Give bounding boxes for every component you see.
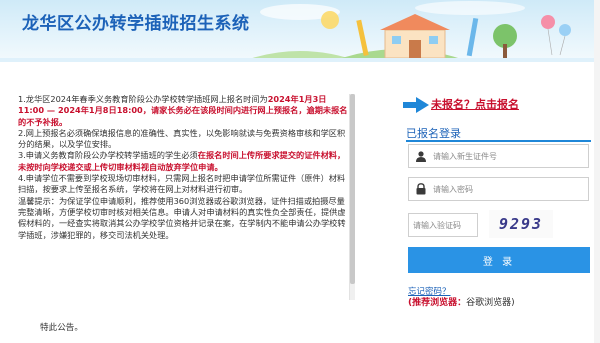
- page-title: 龙华区公办转学插班招生系统: [22, 14, 250, 34]
- password-input[interactable]: [433, 179, 583, 199]
- notice-panel: 1.龙华区2024年春季义务教育阶段公办学校转学插班网上报名时间为2024年1月…: [18, 94, 348, 294]
- notice-tip: 温馨提示：为保证学位申请顺利，推荐使用360浏览器或谷歌浏览器，证件扫描或拍摄尽…: [18, 195, 346, 240]
- id-number-input[interactable]: [433, 146, 583, 166]
- login-title-underline: [406, 140, 591, 142]
- login-button[interactable]: 登 录: [408, 247, 590, 273]
- notice-item-3: 3.申请义务教育阶段公办学校转学插班的学生必须在报名时间上传所要求提交的证件材料…: [18, 150, 346, 172]
- arrow-right-icon: [403, 97, 429, 113]
- login-panel: 未报名？点击报名 已报名登录 9293 登 录 忘记密码？ (推荐浏览器：谷歌浏…: [403, 92, 595, 337]
- login-title: 已报名登录: [406, 127, 461, 140]
- captcha-input[interactable]: [409, 215, 471, 235]
- user-icon: [409, 145, 433, 167]
- notice-item-1: 1.龙华区2024年春季义务教育阶段公办学校转学插班网上报名时间为2024年1月…: [18, 94, 348, 127]
- notice-scrollbar[interactable]: [349, 94, 355, 300]
- notice-item-2: 2.网上预报名必须确保填报信息的准确性、真实性，以免影响就读与免费资格审核和学区…: [18, 127, 346, 150]
- lock-icon: [409, 178, 433, 200]
- id-number-field[interactable]: [408, 144, 589, 168]
- password-field[interactable]: [408, 177, 589, 201]
- register-link[interactable]: 未报名？点击报名: [431, 96, 519, 112]
- header-banner: 龙华区公办转学插班招生系统: [0, 0, 600, 62]
- page-scrollbar[interactable]: [594, 0, 600, 343]
- notice-scrollbar-thumb[interactable]: [350, 94, 355, 284]
- browser-recommendation: (推荐浏览器：谷歌浏览器): [408, 298, 515, 308]
- captcha-field[interactable]: [408, 213, 478, 237]
- captcha-image[interactable]: 9293: [489, 210, 553, 238]
- notice-closing: 特此公告。: [40, 323, 83, 333]
- notice-item-4: 4.申请学位不需要到学校现场切审材料，只需网上报名时把申请学位所需证件（原件）材…: [18, 173, 346, 195]
